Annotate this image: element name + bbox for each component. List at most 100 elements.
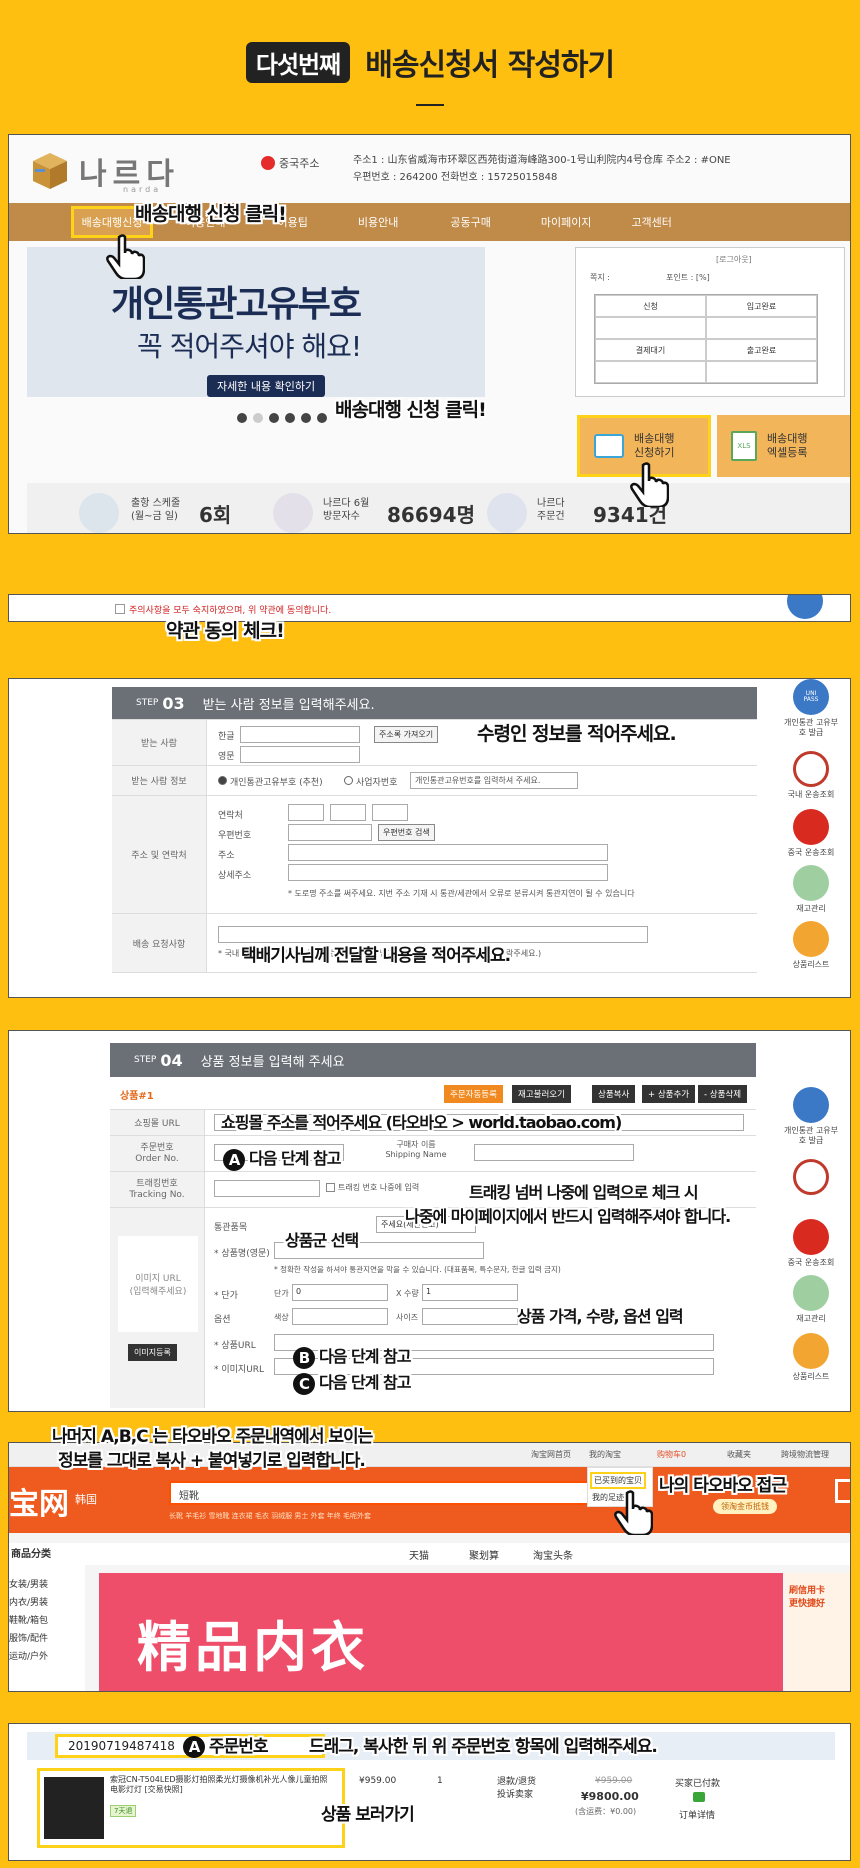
banner-dot[interactable] [317,413,327,423]
customs-code-input[interactable]: 개인통관고유번호를 입력하셔 주세요. [410,772,578,789]
address-detail-input[interactable] [288,864,608,881]
side-unipass[interactable]: 개인통관 고유부호 발급 [781,1087,841,1145]
topbar-logistics[interactable]: 跨境物流管理 [781,1449,829,1460]
box-icon [793,1275,829,1311]
banner-details-button[interactable]: 자세한 내용 확인하기 [207,375,326,397]
banner-dot[interactable] [301,413,311,423]
category-item[interactable]: 女装/男装 [9,1577,48,1590]
side-product-list[interactable]: 상품리스트 [781,1333,841,1382]
status-cell[interactable] [706,361,817,383]
address-line-2: 우편번호 : 264200 전화번호 : 15725015848 [353,172,558,183]
logout-link[interactable]: [로그아웃] [716,254,752,265]
radio-customs-label: 개인통관고유부호 (추천) [230,778,323,788]
status-cell[interactable]: 출고완료 [706,339,817,361]
trade-status: 买家已付款 [675,1779,721,1789]
label-zip: 우편번호 [218,831,252,841]
zip-input[interactable] [288,824,372,841]
name-en-input[interactable] [240,746,360,763]
delete-product-button[interactable]: - 상품삭제 [698,1085,748,1103]
tracking-later-checkbox[interactable] [326,1183,335,1192]
marker-a: A [223,1148,245,1171]
nav-support[interactable]: 고객센터 [631,214,671,230]
callout-tracking-2: 나중에 마이페이지에서 반드시 입력해주셔야 합니다. [405,1207,731,1226]
product-item[interactable]: 索冠CN-T504LED摄影灯拍照柔光灯摄像机补光人像儿童拍照电影灯灯 [交易快… [37,1768,345,1848]
category-item[interactable]: 鞋靴/箱包 [9,1613,48,1626]
unipass-icon: UNI PASS [793,679,829,715]
status-cell[interactable] [595,317,706,339]
taobao-hot-keywords[interactable]: 长靴 羊毛衫 雪地靴 连衣裙 毛衣 羽绒服 男士 外套 年终 毛呢外套 [169,1511,371,1521]
marker-a: A [183,1736,205,1758]
radio-business-number[interactable] [344,776,353,785]
taobao-banner[interactable]: 精品内衣 [99,1573,783,1691]
topbar-favorites[interactable]: 收藏夹 [727,1449,751,1460]
side-unipass[interactable]: UNI PASS 개인통관 고유부호 발급 [781,679,841,737]
agree-checkbox[interactable] [115,604,125,614]
color-input[interactable] [292,1308,388,1325]
phone-1-input[interactable] [288,804,324,821]
address-input[interactable] [288,844,608,861]
taobao-region: 韩国 [75,1493,97,1506]
status-cell[interactable] [595,361,706,383]
banner-dot[interactable] [269,413,279,423]
nav-mypage[interactable]: 마이페이지 [541,214,592,230]
copy-product-button[interactable]: 상품복사 [592,1085,636,1103]
menu-purchased[interactable]: 已买到的宝贝 [590,1472,646,1489]
topbar-cart[interactable]: 购物车0 [657,1449,686,1460]
taobao-search-input[interactable]: 短靴 [169,1481,589,1505]
name-ko-input[interactable] [240,726,360,743]
order-number[interactable]: 20190719487418 [68,1739,175,1753]
side-china-tracking[interactable]: 중국 운송조회 [781,809,841,858]
size-input[interactable] [422,1308,518,1325]
status-cell[interactable]: 입고완료 [706,295,817,317]
step-title: 받는 사람 정보를 입력해주세요. [202,697,375,713]
buyer-name-input[interactable] [474,1144,634,1161]
main-banner[interactable]: 개인통관고유부호 꼭 적어주셔야 해요! 자세한 내용 확인하기 [27,247,485,397]
side-domestic-tracking[interactable]: 국내 운송조회 [781,751,841,800]
side-unipass-icon[interactable] [787,595,823,619]
auto-order-button[interactable]: 주문자동등록 [444,1085,503,1103]
qty-input[interactable]: 1 [422,1284,518,1301]
nav-fees[interactable]: 비용안내 [358,214,398,230]
category-item[interactable]: 内衣/男装 [9,1595,48,1608]
product-title[interactable]: 索冠CN-T504LED摄影灯拍照柔光灯摄像机补光人像儿童拍照电影灯灯 [交易快… [110,1775,330,1796]
category-item[interactable]: 服饰/配件 [9,1631,48,1644]
price-input[interactable]: 0 [292,1284,388,1301]
tab-headlines[interactable]: 淘宝头条 [533,1547,573,1562]
add-product-button[interactable]: + 상품추가 [642,1085,696,1103]
banner-dot[interactable] [237,413,247,423]
radio-customs-code[interactable] [218,776,227,785]
excel-upload-button[interactable]: XLS 배송대행 엑셀등록 [717,415,850,477]
load-stock-button[interactable]: 재고불러오기 [512,1085,571,1103]
coupon-button[interactable]: 领淘金币抵钱 [713,1499,777,1514]
side-domestic-tracking[interactable] [781,1159,841,1198]
side-inventory[interactable]: 재고관리 [781,865,841,914]
side-product-list[interactable]: 상품리스트 [781,921,841,970]
category-item[interactable]: 运动/户外 [9,1649,48,1662]
zip-search-button[interactable]: 우편번호 검색 [378,824,435,841]
phone-2-input[interactable] [330,804,366,821]
chat-icon[interactable] [693,1792,705,1802]
address-book-button[interactable]: 주소록 가져오기 [374,726,439,743]
phone-3-input[interactable] [372,804,408,821]
topbar-my-taobao[interactable]: 我的淘宝 [589,1449,621,1460]
status-cell[interactable]: 결제대기 [595,339,706,361]
qr-code-icon[interactable] [835,1479,850,1503]
banner-dot[interactable] [253,413,263,423]
site-logo[interactable]: 나르다 narda [27,147,187,197]
order-detail-link[interactable]: 订单详情 [679,1808,715,1821]
label-buyer-name: 구매자 이름 Shipping Name [385,1140,447,1159]
credit-card-ad[interactable]: 刷信用卡 更快捷好 [785,1573,850,1691]
tab-tmall[interactable]: 天猫 [409,1547,429,1562]
taobao-logo[interactable]: 宝网 [9,1479,69,1523]
nav-group-buy[interactable]: 공동구매 [450,214,490,230]
tab-juhuasuan[interactable]: 聚划算 [469,1547,499,1562]
image-upload-button[interactable]: 이미지등록 [128,1344,177,1361]
refund-links[interactable]: 退款/退货 投诉卖家 [497,1776,536,1801]
side-china-tracking[interactable]: 중국 운송조회 [781,1219,841,1268]
topbar-home[interactable]: 淘宝网首页 [531,1449,571,1460]
status-cell[interactable] [706,317,817,339]
banner-dot[interactable] [285,413,295,423]
tracking-input[interactable] [214,1180,320,1197]
status-cell[interactable]: 신청 [595,295,706,317]
side-inventory[interactable]: 재고관리 [781,1275,841,1324]
